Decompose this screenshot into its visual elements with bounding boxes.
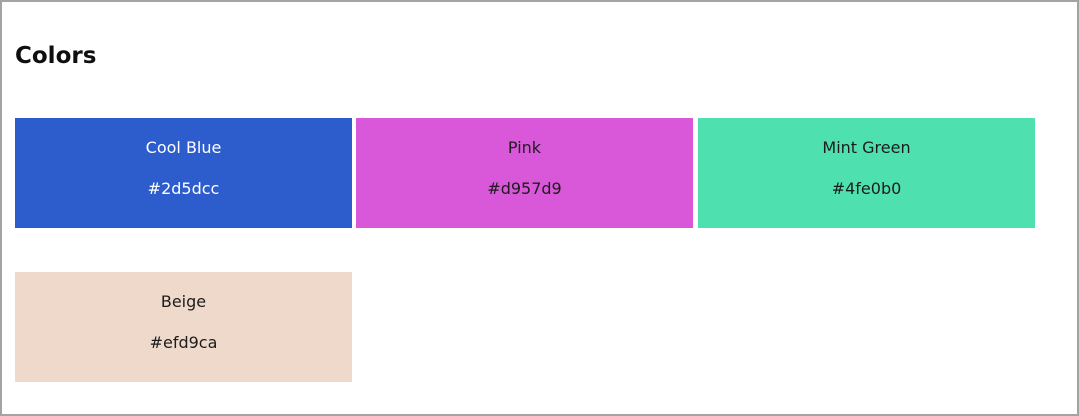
swatch-hex-code: #d957d9 (487, 179, 562, 198)
swatch-name: Mint Green (822, 138, 911, 157)
swatch-hex-code: #2d5dcc (147, 179, 220, 198)
color-swatch-mint-green: Mint Green #4fe0b0 (698, 118, 1035, 228)
swatch-name: Cool Blue (145, 138, 222, 157)
swatch-hex-code: #4fe0b0 (831, 179, 902, 198)
swatch-name: Pink (507, 138, 542, 157)
page-title: Colors (15, 43, 97, 69)
color-swatch-cool-blue: Cool Blue #2d5dcc (15, 118, 352, 228)
swatch-hex-code: #efd9ca (149, 333, 218, 352)
page-frame: Colors Cool Blue #2d5dcc Pink #d957d9 Mi… (0, 0, 1079, 416)
color-swatch-pink: Pink #d957d9 (356, 118, 693, 228)
color-swatch-beige: Beige #efd9ca (15, 272, 352, 382)
swatch-name: Beige (160, 292, 207, 311)
